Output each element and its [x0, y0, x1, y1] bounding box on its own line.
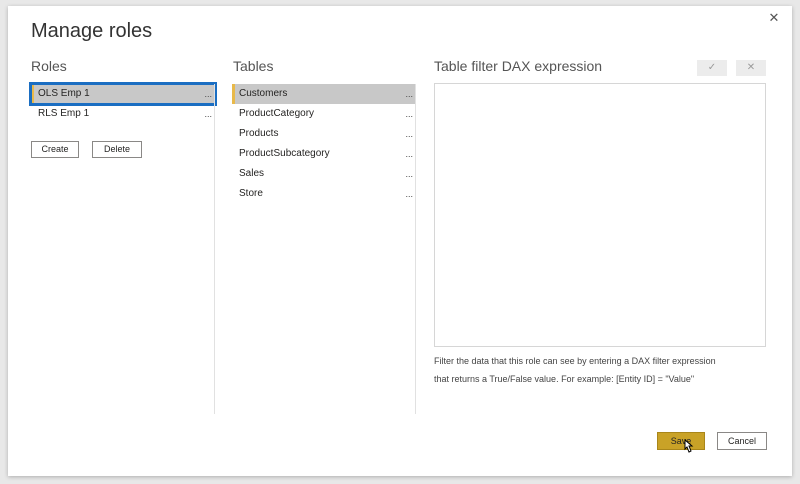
- table-menu-button[interactable]: ...: [405, 184, 413, 204]
- table-menu-button[interactable]: ...: [405, 104, 413, 124]
- table-item-productcategory[interactable]: ProductCategory ...: [232, 104, 416, 124]
- dax-hint-text: Filter the data that this role can see b…: [434, 352, 764, 388]
- checkmark-icon[interactable]: ✓: [697, 60, 727, 76]
- roles-heading: Roles: [31, 58, 67, 74]
- table-item-sales[interactable]: Sales ...: [232, 164, 416, 184]
- table-menu-button[interactable]: ...: [405, 164, 413, 184]
- dax-hint-line: Filter the data that this role can see b…: [434, 356, 716, 366]
- dialog-title: Manage roles: [31, 20, 153, 42]
- role-item-rls-emp-1[interactable]: RLS Emp 1 ...: [31, 104, 215, 124]
- role-item-ols-emp-1[interactable]: OLS Emp 1 ...: [31, 84, 215, 104]
- dax-expression-editor[interactable]: [434, 83, 766, 347]
- table-item-label: ProductCategory: [239, 108, 315, 119]
- table-item-label: Customers: [239, 88, 288, 99]
- cancel-button[interactable]: Cancel: [717, 432, 767, 450]
- dax-hint-line: that returns a True/False value. For exa…: [434, 374, 695, 384]
- divider: [415, 84, 416, 414]
- role-item-label: RLS Emp 1: [38, 108, 90, 119]
- role-item-label: OLS Emp 1: [38, 88, 90, 99]
- role-menu-button[interactable]: ...: [204, 104, 212, 124]
- table-menu-button[interactable]: ...: [405, 124, 413, 144]
- divider: [214, 84, 215, 414]
- tables-heading: Tables: [233, 58, 274, 74]
- create-button[interactable]: Create: [31, 141, 79, 158]
- table-menu-button[interactable]: ...: [405, 84, 413, 104]
- close-icon[interactable]: ✕: [764, 8, 784, 28]
- table-item-products[interactable]: Products ...: [232, 124, 416, 144]
- table-menu-button[interactable]: ...: [405, 144, 413, 164]
- table-item-store[interactable]: Store ...: [232, 184, 416, 204]
- table-item-label: ProductSubcategory: [239, 148, 330, 159]
- save-button[interactable]: Save: [657, 432, 705, 450]
- table-item-label: Store: [239, 188, 263, 199]
- table-item-label: Sales: [239, 168, 265, 179]
- table-item-label: Products: [239, 128, 279, 139]
- mouse-cursor-icon: [684, 439, 694, 453]
- dax-heading: Table filter DAX expression: [434, 58, 603, 74]
- role-menu-button[interactable]: ...: [204, 84, 212, 104]
- table-item-productsubcategory[interactable]: ProductSubcategory ...: [232, 144, 416, 164]
- manage-roles-dialog: ✕ Manage roles Roles OLS Emp 1 ... RLS E…: [8, 6, 792, 476]
- tables-list: Customers ... ProductCategory ... Produc…: [232, 84, 416, 204]
- close-icon[interactable]: ✕: [736, 60, 766, 76]
- roles-list: OLS Emp 1 ... RLS Emp 1 ...: [31, 84, 215, 124]
- table-item-customers[interactable]: Customers ...: [232, 84, 416, 104]
- delete-button[interactable]: Delete: [92, 141, 142, 158]
